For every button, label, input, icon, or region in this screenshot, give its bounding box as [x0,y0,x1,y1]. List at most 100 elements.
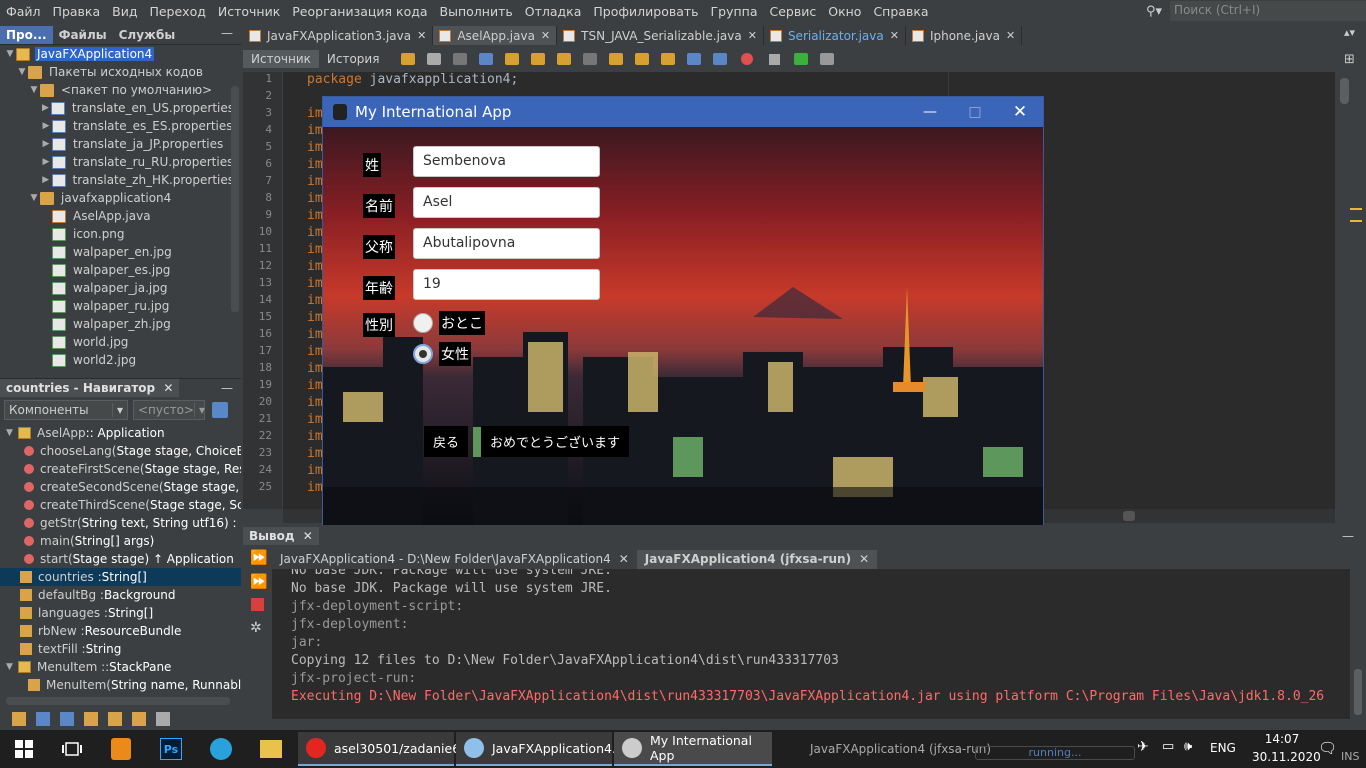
find-next-icon[interactable] [531,53,546,65]
expand-right-icon[interactable]: ▶ [40,121,52,131]
bookmark-prev-icon[interactable] [609,53,624,65]
expand-down-icon[interactable]: ▼ [4,49,16,59]
bookmark-toggle-icon[interactable] [661,53,676,65]
rerun-icon[interactable]: ⏩ [250,550,272,566]
menu-item[interactable]: Профилировать [587,4,704,19]
navigator-item[interactable]: createSecondScene(Stage stage, S [0,478,241,496]
source-view-button[interactable]: Источник [243,50,319,68]
project-tree-item[interactable]: walpaper_zh.jpg [0,315,236,333]
search-input[interactable]: Поиск (Ctrl+I) [1170,1,1366,21]
telegram-icon[interactable] [196,730,246,768]
select-icon[interactable] [583,53,598,65]
congratulations-button[interactable]: おめでとうございます [481,426,630,457]
menu-item[interactable]: Вид [106,4,143,19]
close-icon[interactable]: ✕ [1006,29,1015,42]
expand-right-icon[interactable]: ▶ [40,175,52,185]
comment-icon[interactable] [794,53,809,65]
uncomment-icon[interactable] [820,53,835,65]
shift-right-icon[interactable] [713,53,728,65]
minimize-icon[interactable]: — [213,381,241,395]
search-icon[interactable]: ⚲▾ [1146,4,1162,19]
editor-tab[interactable]: JavaFXApplication3.java ✕ [243,26,434,45]
menu-item[interactable]: Файл [0,4,47,19]
age-field[interactable]: 19 [413,269,600,300]
accessibility-icon[interactable]: ✈ [1137,739,1155,755]
menu-item[interactable]: Правка [47,4,107,19]
project-tree-item[interactable]: ▶ translate_zh_HK.properties [0,171,236,189]
language-indicator[interactable]: ENG [1210,741,1236,755]
surname-field[interactable]: Sembenova [413,146,600,177]
format-icon[interactable] [427,53,442,65]
stop-icon[interactable] [251,598,264,611]
close-icon[interactable]: ✕ [748,29,757,42]
gender-radio-female[interactable]: 女性 [413,342,471,366]
expand-down-icon[interactable]: ▼ [16,67,28,77]
battery-icon[interactable]: ▭ [1162,739,1174,754]
expand-down-icon[interactable]: ▼ [28,193,40,203]
project-tree-item[interactable]: AselApp.java [0,207,236,225]
menu-item[interactable]: Реорганизация кода [286,4,433,19]
menu-item[interactable]: Группа [705,4,764,19]
navigator-item[interactable]: defaultBg : Background [0,586,241,604]
output-hscrollbar[interactable] [272,719,1350,730]
menu-item[interactable]: Окно [822,4,867,19]
project-tree-item[interactable]: ▼ Пакеты исходных кодов [0,63,236,81]
volume-icon[interactable]: 🕪 [1184,739,1192,754]
navigator-item[interactable]: ▼ MenuItem :: StackPane [0,658,241,676]
navigator-hscrollbar[interactable] [6,697,230,705]
radio-male-circle[interactable] [413,313,433,333]
tab-files[interactable]: Файлы [53,26,113,44]
toggle-highlight-icon[interactable] [557,53,572,65]
firstname-field[interactable]: Asel [413,187,600,218]
sort-icon[interactable] [156,712,170,726]
close-icon[interactable]: ✕ [859,552,869,567]
project-tree-item[interactable]: ▼ JavaFXApplication4 [0,45,236,63]
project-scrollbar[interactable] [231,86,239,312]
back-icon[interactable] [401,53,416,65]
menu-item[interactable]: Выполнить [434,4,519,19]
stop-macro-icon[interactable] [769,53,781,65]
editor-tab[interactable]: AselApp.java ✕ [433,26,558,45]
minimize-icon[interactable]: — [213,26,241,44]
start-button[interactable] [0,730,48,768]
navigator-item[interactable]: createFirstScene(Stage stage, Resc [0,460,241,478]
taskbar-app-button[interactable]: JavaFXApplication4... [456,732,624,766]
menu-item[interactable]: Источник [212,4,286,19]
close-icon[interactable]: ✕ [303,529,313,543]
output-vscrollbar[interactable] [1350,569,1366,719]
tab-projects[interactable]: Про... [0,26,53,44]
output-title[interactable]: Вывод ✕ [243,526,319,545]
back-button[interactable]: 戻る [424,426,469,457]
navigator-item[interactable]: getStr(String text, String utf16) : Stri… [0,514,241,532]
taskbar-app-button[interactable]: asel30501/zadanie6... [298,732,472,766]
menu-item[interactable]: Сервис [764,4,823,19]
navigator-item[interactable]: ▼ AselApp :: Application [0,424,241,442]
navigator-item[interactable]: rbNew : ResourceBundle [0,622,241,640]
close-icon[interactable]: ✕ [1005,102,1035,122]
close-icon[interactable]: ✕ [163,381,173,395]
expand-down-icon[interactable]: ▼ [28,85,40,95]
tab-services[interactable]: Службы [113,26,182,44]
navigator-item[interactable]: languages : String[] [0,604,241,622]
navigator-empty-select[interactable]: <пусто> ▾ [133,400,205,420]
tabs-menu-icon[interactable]: ▴▾ [1344,26,1366,45]
minimize-icon[interactable]: — [1330,529,1366,543]
editor-tab[interactable]: TSN_JAVA_Serializable.java ✕ [557,26,764,45]
find-icon[interactable] [479,53,494,65]
expand-right-icon[interactable]: ▶ [40,157,52,167]
tool-icon[interactable] [36,712,50,726]
tool-icon[interactable] [132,712,146,726]
expand-down-icon[interactable]: ▼ [6,662,18,672]
close-icon[interactable]: ✕ [417,29,426,42]
menu-item[interactable]: Переход [143,4,211,19]
sublime-text-icon[interactable] [96,730,146,768]
project-tree-item[interactable]: walpaper_ja.jpg [0,279,236,297]
expand-right-icon[interactable]: ▶ [40,103,51,113]
file-explorer-icon[interactable] [246,730,296,768]
editor-tab[interactable]: Serializator.java ✕ [764,26,906,45]
editor-vscrollbar[interactable] [1338,72,1366,522]
error-stripe-marker[interactable] [1350,208,1362,210]
navigator-item[interactable]: chooseLang(Stage stage, ChoiceBo [0,442,241,460]
project-tree-item[interactable]: icon.png [0,225,236,243]
dropdown-icon[interactable] [453,53,468,65]
